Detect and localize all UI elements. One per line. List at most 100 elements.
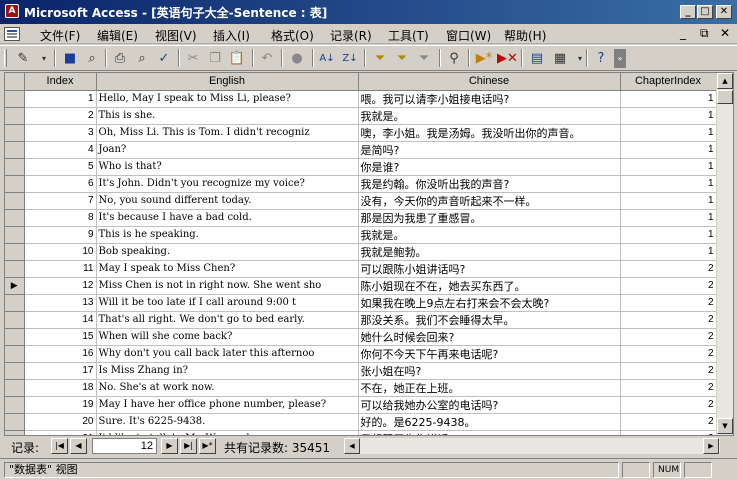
table-row[interactable]: 6 It's John. Didn't you recognize my voic… xyxy=(5,175,717,193)
record-selector[interactable] xyxy=(5,158,25,176)
save-icon[interactable]: ■ xyxy=(60,49,80,68)
cell-index[interactable]: 13 xyxy=(24,294,97,312)
cell-chinese[interactable]: 如果我在晚上9点左右打来会不会太晚? xyxy=(358,294,621,312)
cell-chapterindex[interactable]: 1 xyxy=(620,90,717,108)
scroll-thumb[interactable] xyxy=(717,90,733,104)
cell-chinese[interactable]: 好的。是6225-9438。 xyxy=(358,413,621,431)
record-selector[interactable] xyxy=(5,141,25,159)
record-selector[interactable] xyxy=(5,107,25,125)
cell-chinese[interactable]: 我就是鲍勃。 xyxy=(358,243,621,261)
last-record-icon[interactable]: ▶| xyxy=(180,438,197,454)
cell-chapterindex[interactable]: 2 xyxy=(620,260,717,278)
child-minimize-button[interactable]: _ xyxy=(680,26,686,40)
record-selector[interactable] xyxy=(5,362,25,380)
cell-index[interactable]: 19 xyxy=(24,396,97,414)
minimize-button[interactable]: _ xyxy=(680,5,696,19)
filter-by-form-icon[interactable]: ⏷ xyxy=(392,49,412,68)
table-row[interactable]: 1 Hello, May I speak to Miss Li, please? 喂… xyxy=(5,90,717,108)
datasheet-doc-icon[interactable] xyxy=(4,27,20,41)
cell-chinese[interactable]: 是简吗? xyxy=(358,141,621,159)
menu-window[interactable]: 窗口(W) xyxy=(446,27,491,44)
record-selector[interactable] xyxy=(5,311,25,329)
next-record-icon[interactable]: ▶ xyxy=(161,438,178,454)
cell-chapterindex[interactable]: 2 xyxy=(620,396,717,414)
cell-index[interactable]: 7 xyxy=(24,192,97,210)
cell-english[interactable]: Sure. It's 6225-9438. xyxy=(96,413,359,431)
table-row[interactable]: 10 Bob speaking. 我就是鲍勃。 1 xyxy=(5,243,717,261)
cell-chapterindex[interactable]: 2 xyxy=(620,277,717,295)
cell-chinese[interactable]: 没有，今天你的声音听起来不一样。 xyxy=(358,192,621,210)
cell-english[interactable]: May I have her office phone number, plea… xyxy=(96,396,359,414)
record-selector[interactable] xyxy=(5,396,25,414)
cell-chapterindex[interactable]: 2 xyxy=(620,311,717,329)
cell-english[interactable]: No, you sound different today. xyxy=(96,192,359,210)
cell-index[interactable]: 2 xyxy=(24,107,97,125)
scroll-left-arrow-icon[interactable]: ◀ xyxy=(344,438,360,454)
table-row[interactable]: 19 May I have her office phone number, pl… xyxy=(5,396,717,414)
cell-index[interactable]: 5 xyxy=(24,158,97,176)
cell-index[interactable]: 6 xyxy=(24,175,97,193)
file-search-icon[interactable]: ⌕ xyxy=(82,49,102,68)
cell-english[interactable]: This is she. xyxy=(96,107,359,125)
menu-edit[interactable]: 编辑(E) xyxy=(97,27,138,44)
record-selector[interactable] xyxy=(5,345,25,363)
cell-chapterindex[interactable]: 1 xyxy=(620,226,717,244)
cell-chapterindex[interactable]: 1 xyxy=(620,243,717,261)
cell-index[interactable]: 10 xyxy=(24,243,97,261)
scroll-right-arrow-icon[interactable]: ▶ xyxy=(703,438,719,454)
cell-chapterindex[interactable]: 2 xyxy=(620,328,717,346)
menu-insert[interactable]: 插入(I) xyxy=(213,27,250,44)
table-row[interactable]: 16 Why don't you call back later this aft… xyxy=(5,345,717,363)
table-row[interactable]: 18 No. She's at work now. 不在，她正在上班。 2 xyxy=(5,379,717,397)
record-selector[interactable] xyxy=(5,260,25,278)
cell-chinese[interactable]: 可以给我她办公室的电话吗? xyxy=(358,396,621,414)
access-app-icon[interactable]: A xyxy=(5,4,19,18)
cell-english[interactable]: No. She's at work now. xyxy=(96,379,359,397)
record-selector[interactable] xyxy=(5,209,25,227)
record-selector[interactable] xyxy=(5,192,25,210)
cell-english[interactable]: Hello, May I speak to Miss Li, please? xyxy=(96,90,359,108)
cell-english[interactable]: Why don't you call back later this after… xyxy=(96,345,359,363)
cell-english[interactable]: Is Miss Zhang in? xyxy=(96,362,359,380)
cell-chinese[interactable]: 噢，李小姐。我是汤姆。我没听出你的声音。 xyxy=(358,124,621,142)
cell-index[interactable]: 14 xyxy=(24,311,97,329)
record-selector[interactable] xyxy=(5,379,25,397)
cell-index[interactable]: 17 xyxy=(24,362,97,380)
record-selector[interactable]: ▶ xyxy=(5,277,25,295)
cell-chinese[interactable]: 那没关系。我们不会睡得太早。 xyxy=(358,311,621,329)
cell-chinese[interactable]: 陈小姐现在不在，她去买东西了。 xyxy=(358,277,621,295)
cell-chinese[interactable]: 可以跟陈小姐讲话吗? xyxy=(358,260,621,278)
record-selector[interactable] xyxy=(5,243,25,261)
cell-chapterindex[interactable]: 2 xyxy=(620,345,717,363)
table-row[interactable]: 8 It's because I have a bad cold. 那是因为我患了重… xyxy=(5,209,717,227)
cell-chinese[interactable]: 她什么时候会回来? xyxy=(358,328,621,346)
table-row[interactable]: 20 Sure. It's 6225-9438. 好的。是6225-9438。 2 xyxy=(5,413,717,431)
paste-icon[interactable]: 📋 xyxy=(227,49,247,68)
menu-format[interactable]: 格式(O) xyxy=(271,27,314,44)
child-restore-button[interactable]: ⧉ xyxy=(700,26,709,41)
column-header-chinese[interactable]: Chinese xyxy=(358,73,621,91)
close-button[interactable]: ✕ xyxy=(716,5,732,19)
cell-english[interactable]: It's because I have a bad cold. xyxy=(96,209,359,227)
cell-chapterindex[interactable]: 1 xyxy=(620,124,717,142)
record-selector[interactable] xyxy=(5,175,25,193)
table-row[interactable]: 4 Joan? 是简吗? 1 xyxy=(5,141,717,159)
cell-chapterindex[interactable]: 2 xyxy=(620,379,717,397)
current-record-field[interactable] xyxy=(92,438,157,454)
table-row[interactable]: 9 This is he speaking. 我就是。 1 xyxy=(5,226,717,244)
sort-ascending-icon[interactable]: A↓ xyxy=(317,49,337,68)
maximize-button[interactable]: □ xyxy=(697,5,713,19)
cell-english[interactable]: This is he speaking. xyxy=(96,226,359,244)
database-window-icon[interactable]: ▦ xyxy=(550,49,570,68)
select-all-corner[interactable] xyxy=(5,73,25,91)
column-header-english[interactable]: English xyxy=(96,73,359,91)
cell-index[interactable]: 3 xyxy=(24,124,97,142)
table-row[interactable]: 11 May I speak to Miss Chen? 可以跟陈小姐讲话吗? 2 xyxy=(5,260,717,278)
cell-chinese[interactable]: 你是谁? xyxy=(358,158,621,176)
cell-chapterindex[interactable]: 2 xyxy=(620,362,717,380)
cell-english[interactable]: Joan? xyxy=(96,141,359,159)
cell-index[interactable]: 12 xyxy=(24,277,97,295)
cell-index[interactable]: 15 xyxy=(24,328,97,346)
table-row[interactable]: 3 Oh, Miss Li. This is Tom. I didn't reco… xyxy=(5,124,717,142)
column-header-index[interactable]: Index xyxy=(24,73,97,91)
